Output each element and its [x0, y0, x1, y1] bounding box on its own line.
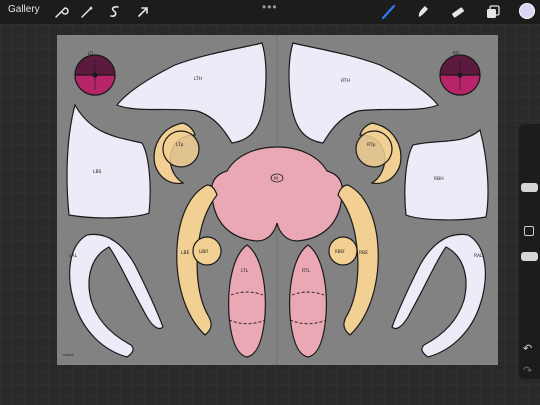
label-left-small-circle: LBEf — [199, 249, 209, 254]
label-right-leg: RTL — [302, 268, 311, 274]
artist-signature: sketch — [63, 353, 74, 357]
label-left-body-side: LBS — [93, 169, 102, 175]
brush-icon[interactable] — [380, 3, 398, 21]
undo-button[interactable]: ↶ — [523, 342, 532, 355]
label-right-body-side: RBH — [434, 176, 444, 182]
eraser-icon[interactable] — [449, 3, 467, 21]
top-toolbar: Gallery ••• — [0, 0, 540, 24]
label-right-thigh: RTp — [367, 142, 376, 148]
color-picker-swatch[interactable] — [519, 3, 535, 19]
label-left-leg: LTL — [241, 268, 249, 274]
label-left-top-circle: LTL — [88, 51, 95, 56]
label-right-small-circle: RBEf — [335, 249, 345, 254]
label-central-head: M — [274, 176, 278, 182]
more-options-button[interactable]: ••• — [262, 0, 278, 14]
label-left-thigh: LTp — [176, 142, 184, 148]
label-right-arm: RAL — [474, 253, 483, 259]
magic-wand-icon[interactable] — [78, 3, 96, 21]
selection-s-icon[interactable] — [106, 3, 124, 21]
label-right-top-hood: RTH — [341, 78, 350, 84]
layers-icon[interactable] — [484, 3, 502, 21]
eyedropper-square-button[interactable] — [524, 226, 534, 236]
label-right-top-circle: RTL — [453, 51, 461, 56]
gallery-button[interactable]: Gallery — [8, 4, 40, 15]
left-top-circle-piece — [74, 54, 116, 96]
label-right-belly: RBE — [359, 250, 368, 256]
drawing-canvas[interactable]: LTL RTL LTH RTH LBS RBH LTp RTp M LBE RB… — [57, 35, 498, 365]
right-top-circle-piece — [439, 54, 481, 96]
opacity-slider[interactable] — [521, 252, 538, 261]
redo-button[interactable]: ↷ — [523, 364, 532, 377]
wrench-icon[interactable] — [52, 3, 70, 21]
brush-size-slider[interactable] — [521, 183, 538, 192]
label-left-top-hood: LTH — [194, 76, 202, 82]
transform-arrow-icon[interactable] — [134, 3, 152, 21]
label-left-arm: LAL — [69, 253, 78, 259]
label-left-belly: LBE — [181, 250, 190, 256]
smudge-icon[interactable] — [414, 3, 432, 21]
